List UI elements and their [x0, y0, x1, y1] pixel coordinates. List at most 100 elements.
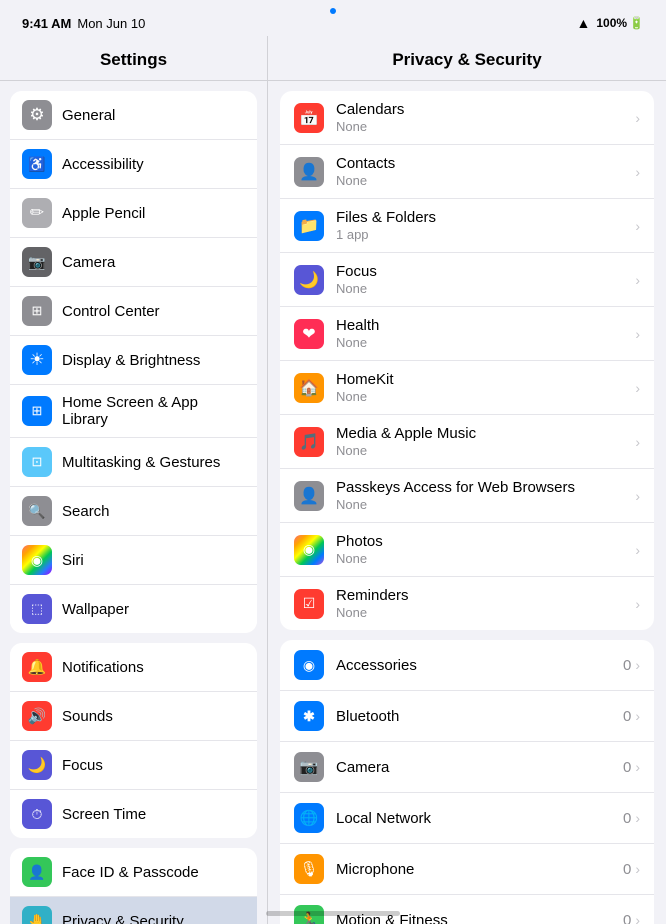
- panel-item-microphone[interactable]: 🎙 Microphone 0 ›: [280, 844, 654, 895]
- sidebar-item-apple-pencil[interactable]: ✏ Apple Pencil: [10, 189, 257, 238]
- face-id-icon: 👤: [22, 857, 52, 887]
- sidebar-item-control-center[interactable]: ⊞ Control Center: [10, 287, 257, 336]
- home-indicator: [266, 911, 400, 916]
- display-brightness-icon: ☀: [22, 345, 52, 375]
- accessories-name: Accessories: [336, 657, 623, 674]
- sidebar-item-notifications[interactable]: 🔔 Notifications: [10, 643, 257, 692]
- search-icon: 🔍: [22, 496, 52, 526]
- panel-item-calendars[interactable]: 📅 Calendars None ›: [280, 91, 654, 145]
- motion-fitness-right: 0 ›: [623, 912, 640, 924]
- local-network-right: 0 ›: [623, 810, 640, 827]
- microphone-right: 0 ›: [623, 861, 640, 878]
- panel-item-photos[interactable]: ◉ Photos None ›: [280, 523, 654, 577]
- wifi-icon: ▲: [576, 15, 590, 31]
- sidebar-section-notifications: 🔔 Notifications 🔊 Sounds 🌙 Focus ⏱ Scree…: [10, 643, 257, 838]
- homekit-right: ›: [635, 380, 640, 396]
- accessories-text: Accessories: [336, 657, 623, 674]
- siri-icon: ◉: [22, 545, 52, 575]
- panel-item-bluetooth[interactable]: ✱ Bluetooth 0 ›: [280, 691, 654, 742]
- sidebar-item-multitasking[interactable]: ⊡ Multitasking & Gestures: [10, 438, 257, 487]
- panel-title: Privacy & Security: [268, 36, 666, 81]
- camera-icon: 📷: [22, 247, 52, 277]
- focus-sub: None: [336, 281, 635, 296]
- panel-item-accessories[interactable]: ◉ Accessories 0 ›: [280, 640, 654, 691]
- homekit-text: HomeKit None: [336, 371, 635, 404]
- focus-text: Focus None: [336, 263, 635, 296]
- files-right: ›: [635, 218, 640, 234]
- sidebar-item-display-brightness[interactable]: ☀ Display & Brightness: [10, 336, 257, 385]
- battery-percent: 100%: [596, 16, 627, 30]
- sidebar-item-label: Wallpaper: [62, 601, 129, 618]
- sidebar-item-sounds[interactable]: 🔊 Sounds: [10, 692, 257, 741]
- sidebar[interactable]: Settings ⚙ General ♿ Accessibility ✏ App…: [0, 36, 268, 924]
- sidebar-item-label: Privacy & Security: [62, 913, 184, 924]
- panel-item-focus[interactable]: 🌙 Focus None ›: [280, 253, 654, 307]
- contacts-sub: None: [336, 173, 635, 188]
- panel-item-passkeys[interactable]: 👤 Passkeys Access for Web Browsers None …: [280, 469, 654, 523]
- sidebar-item-label: Display & Brightness: [62, 352, 200, 369]
- control-center-icon: ⊞: [22, 296, 52, 326]
- sidebar-item-label: Search: [62, 503, 110, 520]
- sidebar-item-face-id[interactable]: 👤 Face ID & Passcode: [10, 848, 257, 897]
- homekit-sub: None: [336, 389, 635, 404]
- health-icon: ❤: [294, 319, 324, 349]
- panel-item-local-network[interactable]: 🌐 Local Network 0 ›: [280, 793, 654, 844]
- sidebar-item-label: Face ID & Passcode: [62, 864, 199, 881]
- panel-item-homekit[interactable]: 🏠 HomeKit None ›: [280, 361, 654, 415]
- photos-icon: ◉: [294, 535, 324, 565]
- chevron-icon: ›: [635, 759, 640, 775]
- panel-item-contacts[interactable]: 👤 Contacts None ›: [280, 145, 654, 199]
- status-date: Mon Jun 10: [77, 16, 145, 31]
- sidebar-item-label: Apple Pencil: [62, 205, 145, 222]
- sidebar-item-camera[interactable]: 📷 Camera: [10, 238, 257, 287]
- sidebar-item-siri[interactable]: ◉ Siri: [10, 536, 257, 585]
- chevron-icon: ›: [635, 861, 640, 877]
- chevron-icon: ›: [635, 110, 640, 126]
- reminders-name: Reminders: [336, 587, 635, 604]
- media-sub: None: [336, 443, 635, 458]
- bluetooth-name: Bluetooth: [336, 708, 623, 725]
- privacy-security-icon: 🤚: [22, 906, 52, 924]
- panel-item-motion-fitness[interactable]: 🏃 Motion & Fitness 0 ›: [280, 895, 654, 924]
- accessories-icon: ◉: [294, 650, 324, 680]
- camera-p-icon: 📷: [294, 752, 324, 782]
- panel-item-files-folders[interactable]: 📁 Files & Folders 1 app ›: [280, 199, 654, 253]
- chevron-icon: ›: [635, 708, 640, 724]
- camera-p-right: 0 ›: [623, 759, 640, 776]
- sidebar-item-focus[interactable]: 🌙 Focus: [10, 741, 257, 790]
- local-network-icon: 🌐: [294, 803, 324, 833]
- microphone-name: Microphone: [336, 861, 623, 878]
- right-panel[interactable]: Privacy & Security 📅 Calendars None › 👤 …: [268, 36, 666, 924]
- chevron-icon: ›: [635, 596, 640, 612]
- apple-pencil-icon: ✏: [22, 198, 52, 228]
- panel-item-camera-p[interactable]: 📷 Camera 0 ›: [280, 742, 654, 793]
- battery-symbol: 🔋: [629, 16, 644, 30]
- calendars-text: Calendars None: [336, 101, 635, 134]
- focus-panel-icon: 🌙: [294, 265, 324, 295]
- calendars-name: Calendars: [336, 101, 635, 118]
- contacts-text: Contacts None: [336, 155, 635, 188]
- sounds-icon: 🔊: [22, 701, 52, 731]
- sidebar-item-search[interactable]: 🔍 Search: [10, 487, 257, 536]
- passkeys-sub: None: [336, 497, 635, 512]
- sidebar-item-general[interactable]: ⚙ General: [10, 91, 257, 140]
- sidebar-item-privacy-security[interactable]: 🤚 Privacy & Security: [10, 897, 257, 924]
- sidebar-item-accessibility[interactable]: ♿ Accessibility: [10, 140, 257, 189]
- sidebar-item-screen-time[interactable]: ⏱ Screen Time: [10, 790, 257, 838]
- sidebar-item-home-screen[interactable]: ⊞ Home Screen & App Library: [10, 385, 257, 438]
- chevron-icon: ›: [635, 810, 640, 826]
- panel-item-health[interactable]: ❤ Health None ›: [280, 307, 654, 361]
- reminders-text: Reminders None: [336, 587, 635, 620]
- sidebar-item-wallpaper[interactable]: ⬚ Wallpaper: [10, 585, 257, 633]
- sidebar-item-label: Screen Time: [62, 806, 146, 823]
- sidebar-item-label: Accessibility: [62, 156, 144, 173]
- panel-item-reminders[interactable]: ☑ Reminders None ›: [280, 577, 654, 630]
- main-layout: Settings ⚙ General ♿ Accessibility ✏ App…: [0, 36, 666, 924]
- panel-item-media-music[interactable]: 🎵 Media & Apple Music None ›: [280, 415, 654, 469]
- sidebar-title: Settings: [0, 36, 267, 81]
- files-icon: 📁: [294, 211, 324, 241]
- bluetooth-text: Bluetooth: [336, 708, 623, 725]
- media-icon: 🎵: [294, 427, 324, 457]
- camera-p-text: Camera: [336, 759, 623, 776]
- sidebar-item-label: Notifications: [62, 659, 144, 676]
